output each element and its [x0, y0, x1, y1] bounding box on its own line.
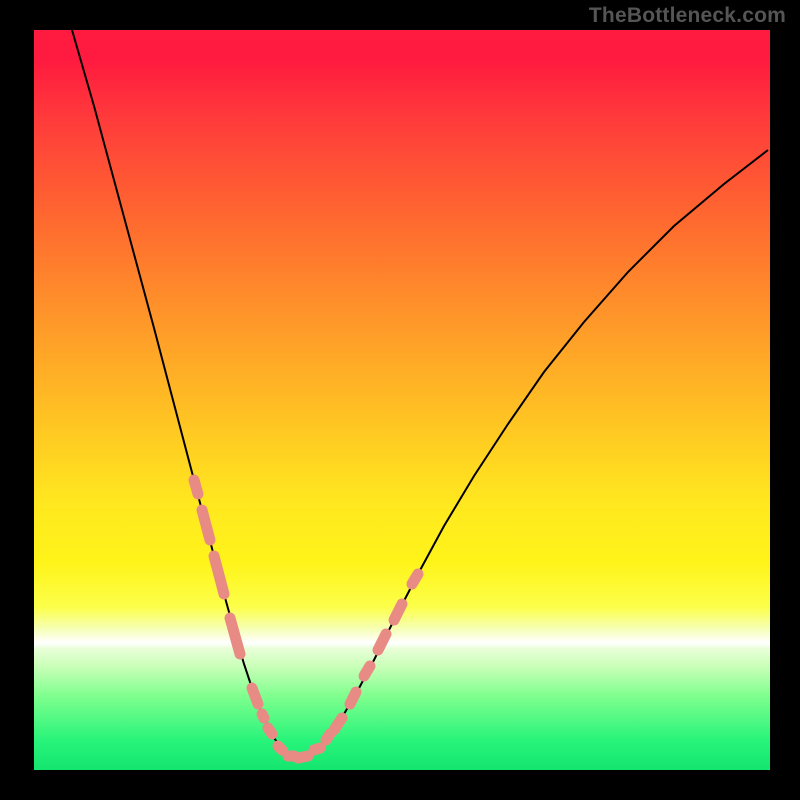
highlight-segment	[202, 510, 210, 540]
highlight-segment	[378, 634, 386, 650]
highlight-segment	[412, 574, 418, 584]
plot-area	[34, 30, 770, 770]
highlight-segment	[268, 728, 272, 734]
highlight-segment	[262, 714, 264, 718]
highlight-segment	[214, 556, 224, 594]
highlight-segment	[326, 734, 330, 740]
highlight-segment	[194, 480, 198, 494]
curve-svg	[34, 30, 770, 770]
highlight-segment	[314, 748, 320, 750]
highlight-segment	[394, 604, 402, 620]
highlight-segment	[230, 618, 240, 654]
chart-frame: TheBottleneck.com	[0, 0, 800, 800]
highlight-segment	[278, 746, 282, 750]
highlight-segment	[298, 756, 308, 758]
bottleneck-curve	[72, 30, 768, 758]
highlight-segment	[350, 692, 356, 704]
highlight-segment	[252, 688, 258, 704]
highlight-segment	[364, 666, 370, 676]
watermark-text: TheBottleneck.com	[589, 4, 786, 28]
highlight-overlay	[194, 480, 418, 758]
highlight-segment	[334, 718, 342, 730]
